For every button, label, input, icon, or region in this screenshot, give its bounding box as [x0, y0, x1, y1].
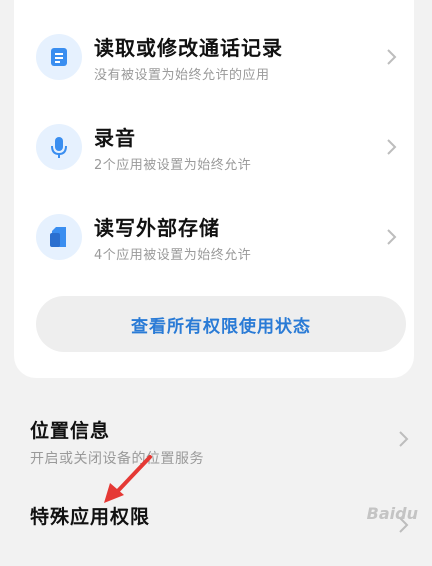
permission-item-call-log[interactable]: 读取或修改通话记录 没有被设置为始终允许的应用 — [14, 16, 414, 98]
permission-title: 读取或修改通话记录 — [94, 36, 283, 60]
permission-subtitle: 没有被设置为始终允许的应用 — [94, 68, 270, 83]
call-log-icon — [36, 34, 82, 80]
permission-subtitle: 4个应用被设置为始终允许 — [94, 248, 252, 263]
permission-item-record-audio[interactable]: 录音 2个应用被设置为始终允许 — [14, 106, 414, 188]
chevron-right-icon — [399, 431, 409, 447]
permissions-card: 读取或修改通话记录 没有被设置为始终允许的应用 录音 2个应用被设置为始终允许 … — [14, 0, 414, 378]
chevron-right-icon — [387, 49, 397, 65]
permission-subtitle: 2个应用被设置为始终允许 — [94, 158, 252, 173]
permission-item-storage[interactable]: 读写外部存储 4个应用被设置为始终允许 — [14, 196, 414, 278]
view-all-permissions-button[interactable]: 查看所有权限使用状态 — [36, 296, 406, 352]
settings-item-title: 位置信息 — [30, 420, 111, 442]
storage-icon — [36, 214, 82, 260]
permission-title: 读写外部存储 — [94, 216, 220, 240]
chevron-right-icon — [387, 139, 397, 155]
settings-item-location[interactable]: 位置信息 开启或关闭设备的位置服务 — [0, 400, 432, 480]
annotation-arrow-icon — [104, 455, 152, 503]
microphone-icon — [36, 124, 82, 170]
settings-item-title: 特殊应用权限 — [30, 506, 151, 528]
chevron-right-icon — [387, 229, 397, 245]
permission-title: 录音 — [94, 126, 136, 150]
watermark-logo: Baidu — [366, 503, 418, 523]
